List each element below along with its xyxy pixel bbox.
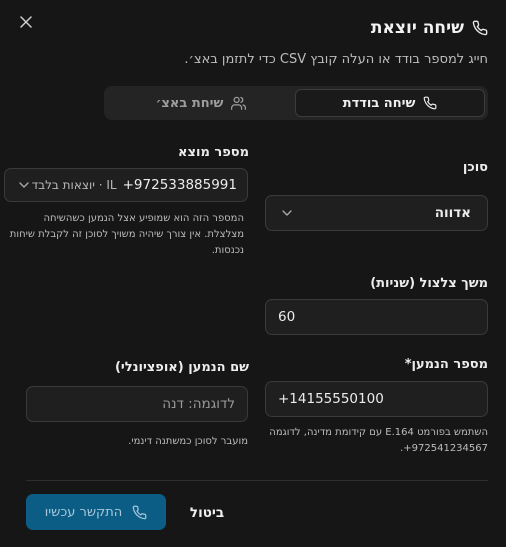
dialog-title: שיחה יוצאת bbox=[370, 18, 464, 38]
caller-id-tag: IL · יוצאות בלבד bbox=[31, 178, 117, 192]
tab-single-call-label: שיחה בודדת bbox=[342, 95, 416, 111]
call-now-button[interactable]: התקשר עכשיו bbox=[26, 494, 166, 530]
chevron-down-icon bbox=[282, 210, 292, 216]
ring-duration-value: 60 bbox=[278, 309, 296, 325]
caller-id-label: מספר מוצא bbox=[178, 145, 249, 160]
recipient-number-value: +14155550100 bbox=[278, 391, 384, 407]
caller-id-help: המספר הזה הוא שמופיע אצל הנמען כשהשיחה מ… bbox=[9, 213, 244, 256]
recipient-number-label: מספר הנמען* bbox=[404, 357, 488, 372]
call-now-label: התקשר עכשיו bbox=[44, 504, 123, 520]
ring-duration-input[interactable]: 60 bbox=[265, 299, 488, 335]
tab-single-call[interactable]: שיחה בודדת bbox=[295, 89, 485, 117]
recipient-name-placeholder: לדוגמה: דנה bbox=[162, 396, 235, 412]
ring-duration-label: משך צלצול (שניות) bbox=[370, 276, 488, 291]
recipient-name-help: מועבר לסוכן כמשתנה דינמי. bbox=[128, 436, 248, 447]
phone-icon bbox=[472, 20, 488, 36]
chevron-down-icon bbox=[19, 182, 29, 188]
close-button[interactable] bbox=[16, 12, 36, 32]
tab-batch-call[interactable]: שיחת באצ׳ bbox=[107, 89, 295, 117]
agent-select[interactable]: אדווה bbox=[265, 195, 488, 231]
phone-icon bbox=[423, 96, 437, 110]
recipient-name-input[interactable]: לדוגמה: דנה bbox=[26, 386, 248, 422]
cancel-button[interactable]: ביטול bbox=[182, 497, 232, 529]
agent-label: סוכן bbox=[462, 160, 488, 175]
recipient-number-help: השתמש בפורמט E.164 עם קידומת מדינה, לדוג… bbox=[269, 427, 488, 454]
users-icon bbox=[231, 96, 247, 110]
recipient-name-label: שם הנמען (אופציונלי) bbox=[114, 360, 249, 375]
caller-id-number: +972533885991 bbox=[122, 177, 237, 193]
call-mode-tabs: שיחה בודדת שיחת באצ׳ bbox=[104, 86, 488, 120]
caller-id-select[interactable]: +972533885991 IL · יוצאות בלבד bbox=[4, 168, 248, 202]
tab-batch-call-label: שיחת באצ׳ bbox=[155, 95, 224, 111]
phone-icon bbox=[133, 505, 147, 519]
close-icon[interactable] bbox=[20, 16, 32, 28]
footer-divider bbox=[26, 480, 488, 481]
recipient-number-input[interactable]: +14155550100 bbox=[265, 381, 488, 417]
agent-value: אדווה bbox=[434, 205, 471, 221]
dialog-subtitle: חייג למספר בודד או העלה קובץ CSV כדי לתז… bbox=[184, 52, 488, 67]
outbound-call-dialog: שיחה יוצאת חייג למספר בודד או העלה קובץ … bbox=[0, 0, 506, 547]
dialog-header: שיחה יוצאת bbox=[371, 18, 488, 38]
